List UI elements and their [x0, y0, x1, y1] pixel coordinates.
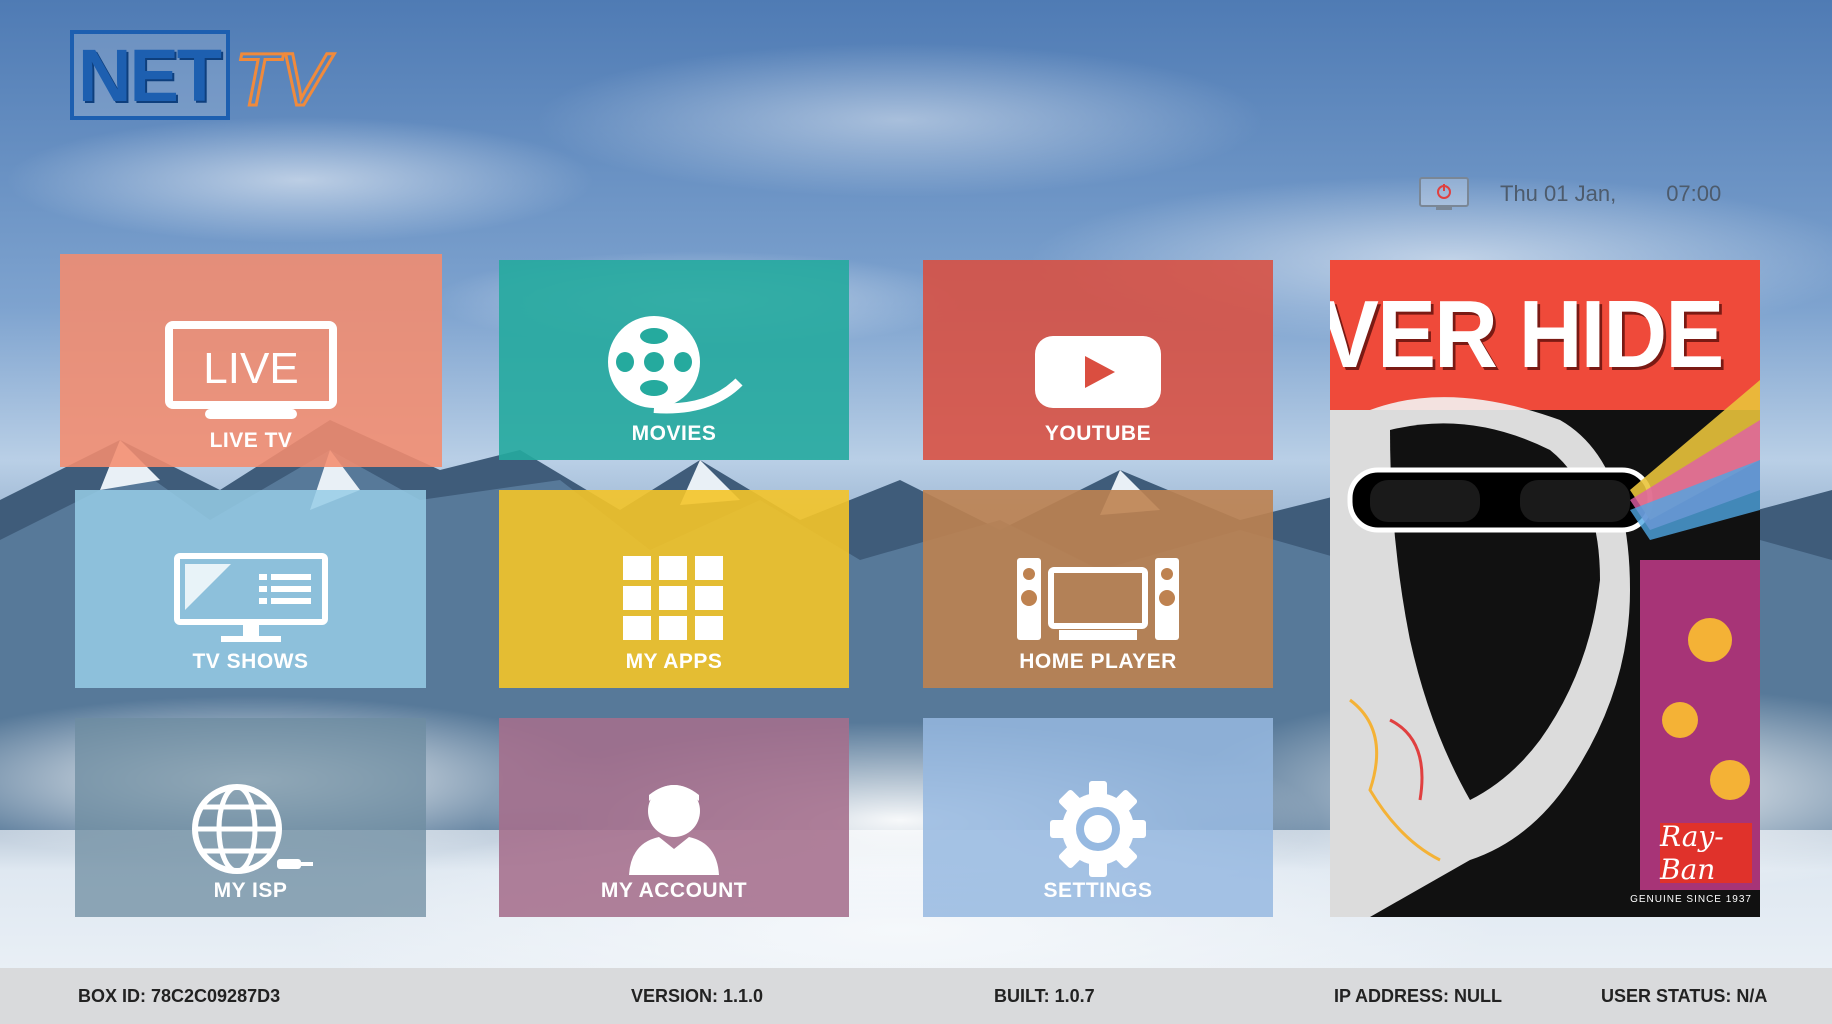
- tv-shows-icon: [173, 553, 328, 642]
- tile-label-home-player: HOME PLAYER: [1019, 650, 1177, 673]
- tile-label-my-apps: MY APPS: [625, 650, 723, 673]
- tile-label-my-isp: MY ISP: [213, 879, 288, 902]
- promo-poster[interactable]: VER HIDE Ray-Ban GENUINE SINCE 1937: [1330, 260, 1760, 917]
- tile-youtube[interactable]: YOUTUBE: [923, 260, 1273, 460]
- tile-label-my-account: MY ACCOUNT: [600, 879, 748, 902]
- nettv-logo: NET TV: [70, 30, 331, 121]
- status-built: BUILT: 1.0.7: [994, 986, 1095, 1006]
- tile-label-settings: SETTINGS: [1043, 879, 1153, 902]
- youtube-play-icon: [1035, 336, 1161, 408]
- tile-home-player[interactable]: HOME PLAYER: [923, 490, 1273, 688]
- tile-label-youtube: YOUTUBE: [1044, 422, 1152, 445]
- status-bar: BOX ID: 78C2C09287D3 VERSION: 1.1.0 BUIL…: [0, 968, 1832, 1024]
- time-text: 07:00: [1666, 181, 1722, 206]
- poster-artwork: [1330, 380, 1760, 917]
- tile-label-tv-shows: TV SHOWS: [192, 650, 309, 673]
- tile-settings[interactable]: SETTINGS: [923, 718, 1273, 917]
- user-account-icon: [629, 785, 719, 875]
- rayban-logo: Ray-Ban: [1660, 820, 1752, 886]
- tile-label-live-tv: LIVE TV: [209, 429, 293, 452]
- rayban-tagline: GENUINE SINCE 1937: [1630, 894, 1752, 905]
- date-text: Thu 01 Jan,: [1500, 181, 1617, 206]
- tile-my-isp[interactable]: MY ISP: [75, 718, 426, 917]
- live-tv-icon: LIVE: [165, 321, 337, 419]
- power-tv-icon: [1419, 177, 1469, 210]
- status-ip-address: IP ADDRESS: NULL: [1334, 986, 1503, 1006]
- status-version: VERSION: 1.1.0: [631, 986, 764, 1006]
- tile-label-movies: MOVIES: [631, 422, 717, 445]
- home-theater-icon: [1017, 558, 1179, 640]
- live-icon-text: LIVE: [203, 344, 298, 393]
- tile-live-tv[interactable]: LIVE LIVE TV: [60, 254, 442, 467]
- apps-grid-icon: [623, 556, 723, 640]
- tile-my-apps[interactable]: MY APPS: [499, 490, 849, 688]
- gear-icon: [1050, 781, 1146, 877]
- globe-icon: [191, 784, 313, 874]
- date-time-display: Thu 01 Jan, 07:00: [1418, 176, 1721, 212]
- tile-my-account[interactable]: MY ACCOUNT: [499, 718, 849, 917]
- status-box-id: BOX ID: 78C2C09287D3: [78, 986, 281, 1006]
- status-user-status: USER STATUS: N/A: [1601, 986, 1768, 1006]
- logo-net-text: NET: [70, 30, 230, 120]
- tile-tv-shows[interactable]: TV SHOWS: [75, 490, 426, 688]
- film-reel-icon: [608, 316, 743, 414]
- logo-tv-text: TV: [233, 38, 331, 121]
- tile-movies[interactable]: MOVIES: [499, 260, 849, 460]
